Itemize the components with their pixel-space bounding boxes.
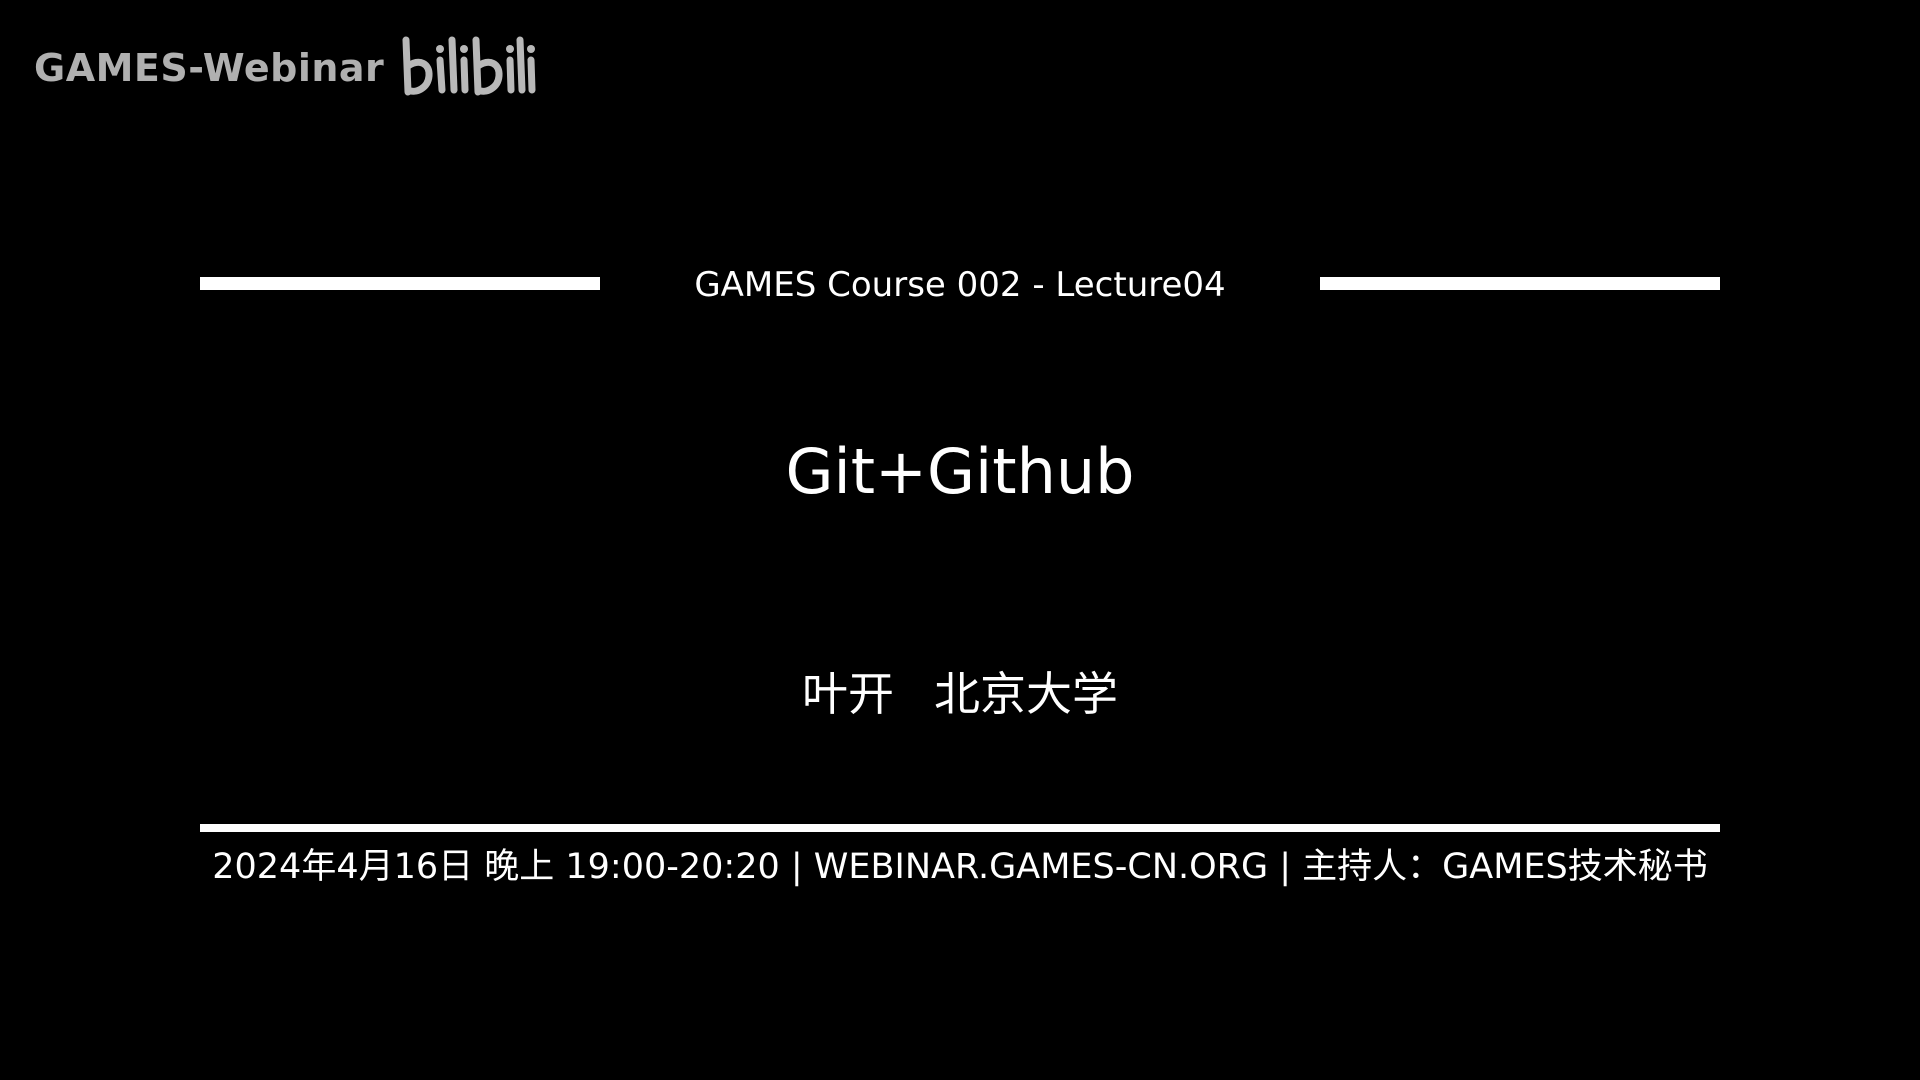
course-title: GAMES Course 002 - Lecture04 (694, 265, 1226, 305)
event-info: 2024年4月16日 晚上 19:00-20:20 | WEBINAR.GAME… (212, 847, 1708, 887)
lecture-title: Git+Github (785, 435, 1135, 508)
header-rule-left (200, 277, 600, 290)
channel-watermark: GAMES-Webinar (34, 30, 538, 106)
speaker-affiliation: 北京大学 (934, 667, 1118, 721)
speaker-name: 叶开 (802, 667, 894, 721)
footer-rule (200, 824, 1720, 832)
bilibili-logo-icon (402, 36, 536, 96)
channel-name: GAMES-Webinar (34, 46, 385, 90)
video-frame: GAMES-Webinar GAMES Course 002 - Lecture… (0, 0, 1920, 1080)
speaker-line: 叶开 北京大学 (0, 664, 1920, 724)
header-rule-right (1320, 277, 1720, 290)
